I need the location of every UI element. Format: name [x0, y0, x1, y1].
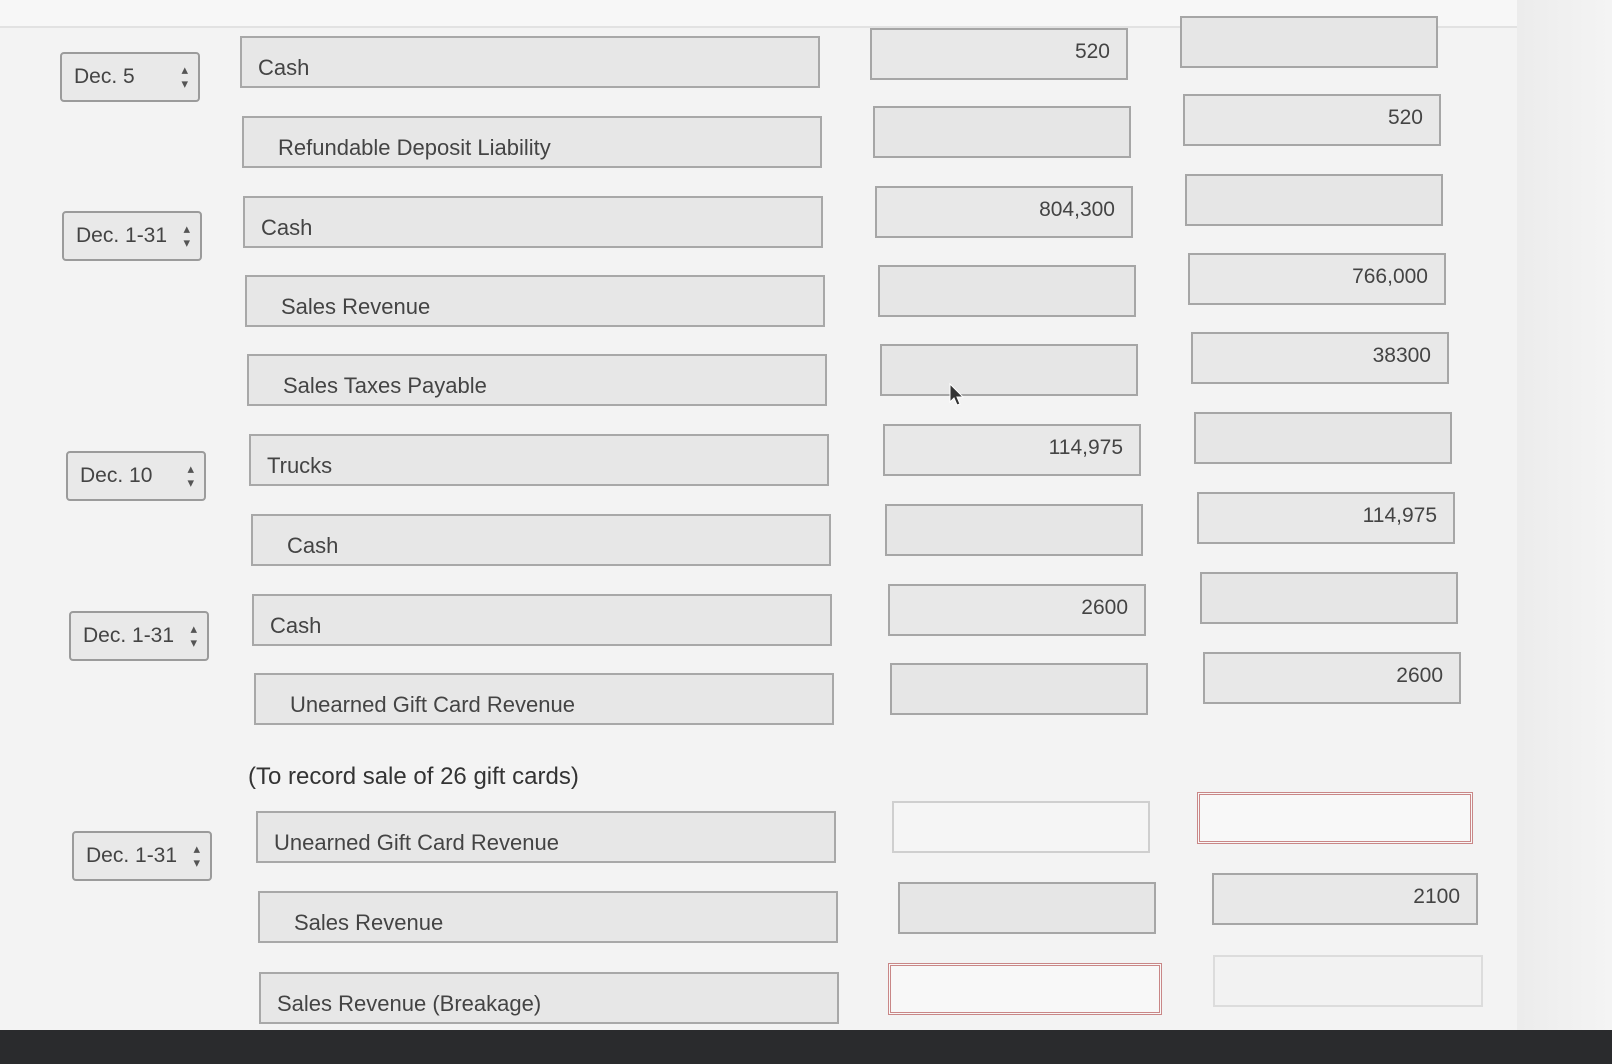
debit-field[interactable] — [885, 504, 1143, 556]
date-select-label: Dec. 5 — [74, 65, 135, 88]
account-field[interactable]: Sales Revenue — [245, 275, 825, 327]
select-arrows-icon: ▴ ▾ — [181, 62, 188, 91]
debit-field[interactable] — [878, 265, 1136, 317]
credit-field[interactable]: 2100 — [1212, 873, 1478, 925]
select-arrows-icon: ▴ ▾ — [193, 841, 200, 870]
account-field[interactable]: Cash — [240, 36, 820, 88]
account-field[interactable]: Sales Revenue (Breakage) — [259, 972, 839, 1024]
account-field[interactable]: Trucks — [249, 434, 829, 486]
select-arrows-icon: ▴ ▾ — [190, 621, 197, 650]
account-field[interactable]: Sales Taxes Payable — [247, 354, 827, 406]
select-arrows-icon: ▴ ▾ — [187, 461, 194, 490]
credit-field-error[interactable] — [1197, 792, 1473, 844]
account-field[interactable]: Unearned Gift Card Revenue — [256, 811, 836, 863]
date-select-entry-1[interactable]: Dec. 5 ▴ ▾ — [60, 52, 200, 102]
date-select-entry-4[interactable]: Dec. 1-31 ▴ ▾ — [69, 611, 209, 661]
credit-field[interactable] — [1194, 412, 1452, 464]
account-field[interactable]: Cash — [251, 514, 831, 566]
date-select-label: Dec. 1-31 — [83, 624, 175, 647]
credit-field[interactable] — [1180, 16, 1438, 68]
account-field[interactable]: Unearned Gift Card Revenue — [254, 673, 834, 725]
mouse-pointer-icon — [949, 382, 965, 406]
credit-field[interactable]: 38300 — [1191, 332, 1449, 384]
date-select-entry-3[interactable]: Dec. 10 ▴ ▾ — [66, 451, 206, 501]
credit-field[interactable]: 766,000 — [1188, 253, 1446, 305]
debit-field[interactable] — [873, 106, 1131, 158]
credit-field[interactable]: 114,975 — [1197, 492, 1455, 544]
credit-field[interactable] — [1213, 955, 1483, 1007]
date-select-entry-5[interactable]: Dec. 1-31 ▴ ▾ — [72, 831, 212, 881]
date-select-label: Dec. 1-31 — [76, 224, 168, 247]
date-select-label: Dec. 1-31 — [86, 844, 178, 867]
credit-field[interactable]: 2600 — [1203, 652, 1461, 704]
debit-field[interactable]: 804,300 — [875, 186, 1133, 238]
select-arrows-icon: ▴ ▾ — [183, 221, 190, 250]
right-margin — [1517, 0, 1612, 1030]
account-field[interactable]: Cash — [252, 594, 832, 646]
account-field[interactable]: Refundable Deposit Liability — [242, 116, 822, 168]
credit-field[interactable] — [1185, 174, 1443, 226]
debit-field[interactable]: 520 — [870, 28, 1128, 80]
account-field[interactable]: Sales Revenue — [258, 891, 838, 943]
debit-field[interactable]: 114,975 — [883, 424, 1141, 476]
bottom-bezel — [0, 1030, 1612, 1064]
debit-field[interactable] — [898, 882, 1156, 934]
credit-field[interactable] — [1200, 572, 1458, 624]
debit-field[interactable] — [880, 344, 1138, 396]
date-select-label: Dec. 10 — [80, 464, 153, 487]
credit-field[interactable]: 520 — [1183, 94, 1441, 146]
debit-field-error[interactable] — [888, 963, 1162, 1015]
debit-field[interactable] — [890, 663, 1148, 715]
date-select-entry-2[interactable]: Dec. 1-31 ▴ ▾ — [62, 211, 202, 261]
debit-field[interactable]: 2600 — [888, 584, 1146, 636]
account-field[interactable]: Cash — [243, 196, 823, 248]
debit-field[interactable] — [892, 801, 1150, 853]
entry-note: (To record sale of 26 gift cards) — [248, 763, 579, 790]
